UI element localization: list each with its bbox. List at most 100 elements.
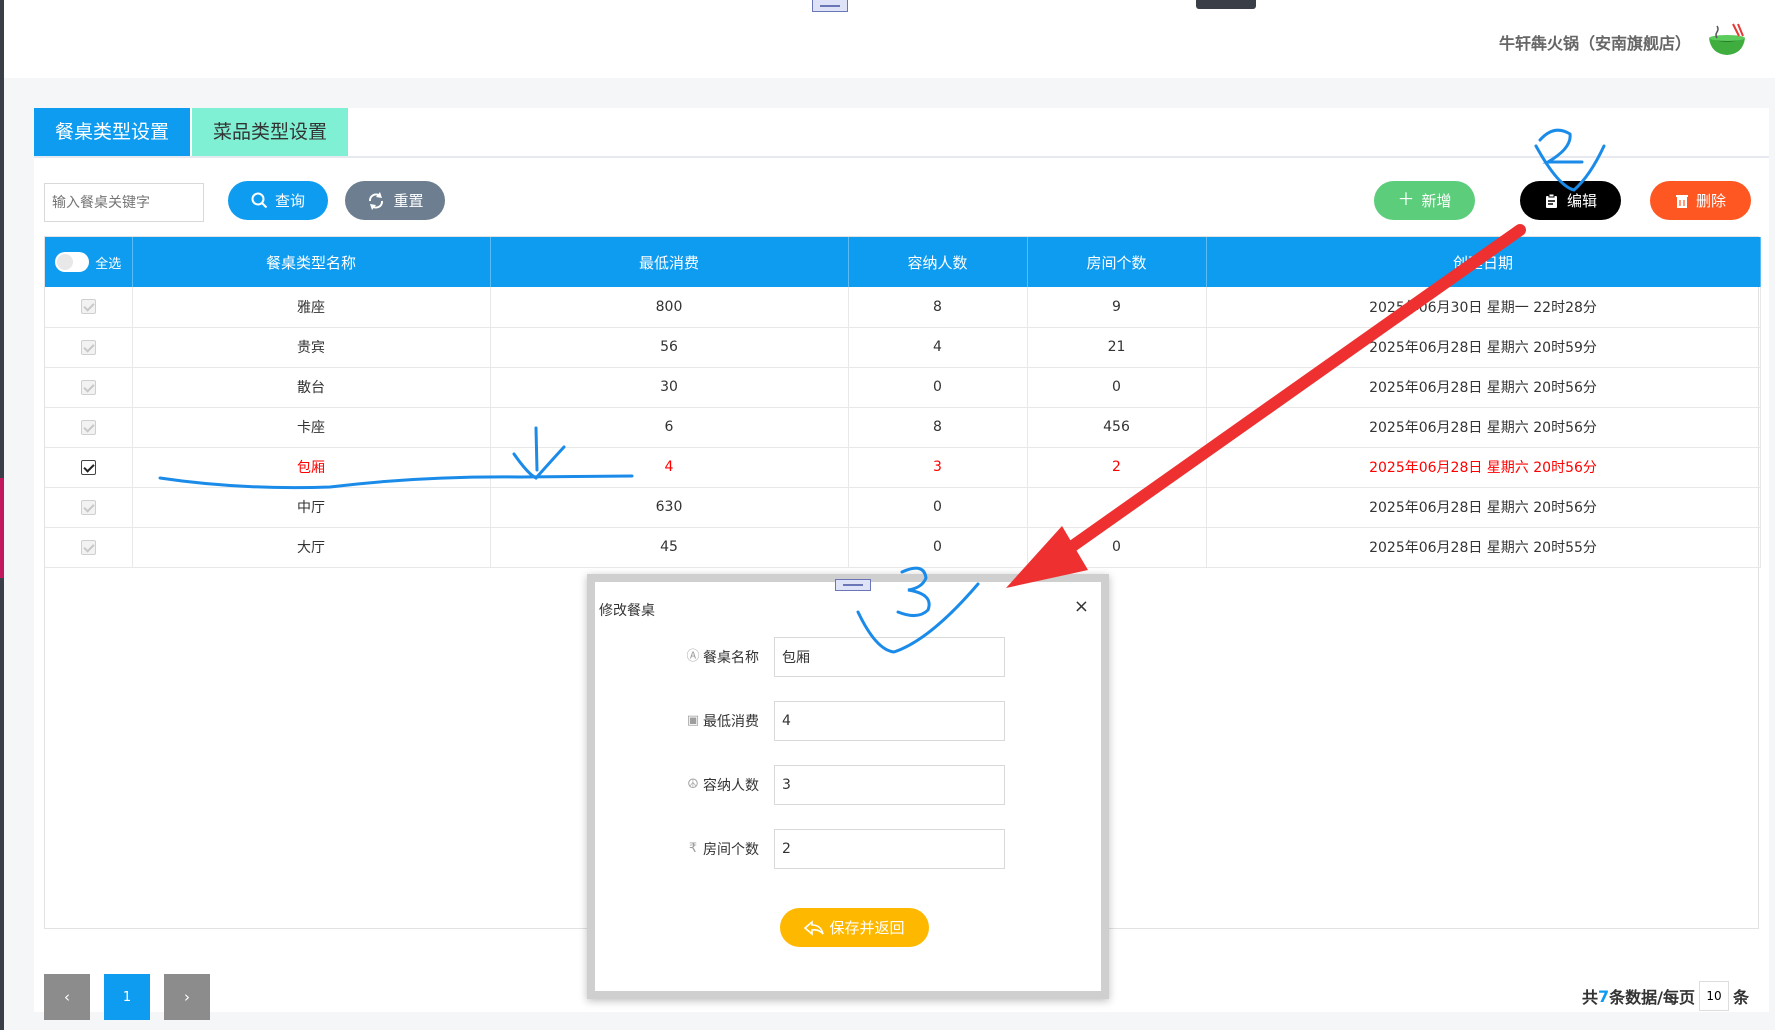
field-label-name: 餐桌名称 xyxy=(703,650,759,666)
row-checkbox-checked[interactable] xyxy=(80,459,96,475)
cell-min-spend: 630 xyxy=(490,487,849,528)
edit-button[interactable]: 编辑 xyxy=(1520,181,1621,220)
pager-info: 共 7 条数据/每页 条 xyxy=(1582,981,1749,1011)
row-checkbox[interactable] xyxy=(80,539,96,555)
field-label-rooms: 房间个数 xyxy=(703,842,759,858)
row-checkbox[interactable] xyxy=(80,419,96,435)
top-header: 牛轩犇火锅（安南旗舰店） xyxy=(4,0,1775,78)
cell-date: 2025年06月28日 星期六 20时59分 xyxy=(1206,327,1761,368)
save-button-label: 保存并返回 xyxy=(829,919,905,937)
table-row[interactable]: 大厅 45 0 0 2025年06月28日 星期六 20时55分 xyxy=(45,527,1761,568)
tab-table-type-settings[interactable]: 餐桌类型设置 xyxy=(34,108,191,156)
pager-next-button[interactable]: › xyxy=(164,974,210,1020)
cell-name: 中厅 xyxy=(132,487,491,528)
window-drag-handle[interactable] xyxy=(812,0,848,12)
cell-rooms: 2 xyxy=(1027,447,1207,488)
cell-name: 卡座 xyxy=(132,407,491,448)
cell-capacity: 8 xyxy=(848,287,1028,328)
delete-button[interactable]: 删除 xyxy=(1650,181,1751,220)
form-row-rooms: ₹ 房间个数 xyxy=(595,829,1101,869)
cell-min-spend: 56 xyxy=(490,327,849,368)
info-circle-icon: Ⓐ xyxy=(686,649,700,664)
table-name-input[interactable] xyxy=(774,637,1005,677)
cell-min-spend: 45 xyxy=(490,527,849,568)
peace-icon: ☮ xyxy=(687,777,699,792)
reset-button-label: 重置 xyxy=(393,192,424,210)
cell-rooms: 456 xyxy=(1027,407,1207,448)
modal-title: 修改餐桌 xyxy=(599,603,655,619)
tab-bar: 餐桌类型设置 菜品类型设置 xyxy=(34,108,349,156)
clipboard-edit-icon xyxy=(1545,193,1557,208)
cell-rooms: 9 xyxy=(1027,287,1207,328)
edit-table-modal: 修改餐桌 × Ⓐ餐桌名称 ▣最低消费 ☮ 容纳人数 ₹ 房间个数 保存并返回 xyxy=(587,574,1109,999)
row-checkbox[interactable] xyxy=(80,339,96,355)
cell-min-spend: 4 xyxy=(490,447,849,488)
table-row-selected[interactable]: 包厢 4 3 2 2025年06月28日 星期六 20时56分 xyxy=(45,447,1761,488)
table-row[interactable]: 卡座 6 8 456 2025年06月28日 星期六 20时56分 xyxy=(45,407,1761,448)
cell-min-spend: 30 xyxy=(490,367,849,408)
column-header-name: 餐桌类型名称 xyxy=(132,237,491,287)
row-checkbox[interactable] xyxy=(80,499,96,515)
cell-rooms: 0 xyxy=(1027,527,1207,568)
reset-button[interactable]: 重置 xyxy=(345,181,445,220)
query-button[interactable]: 查询 xyxy=(228,181,328,220)
row-checkbox[interactable] xyxy=(80,299,96,315)
modal-drag-handle[interactable] xyxy=(835,579,871,591)
search-icon xyxy=(251,192,268,209)
table-row[interactable]: 雅座 800 8 9 2025年06月30日 星期一 22时28分 xyxy=(45,287,1761,328)
cell-capacity: 3 xyxy=(848,447,1028,488)
form-row-name: Ⓐ 餐桌名称 xyxy=(595,637,1101,677)
refresh-icon xyxy=(369,191,384,210)
dark-drag-handle[interactable] xyxy=(1196,0,1256,9)
cell-name: 散台 xyxy=(132,367,491,408)
pager-total-prefix: 共 xyxy=(1581,988,1598,1007)
plus-icon: ＋ xyxy=(1397,190,1415,210)
select-all-toggle[interactable] xyxy=(55,252,90,272)
tab-dish-type-settings[interactable]: 菜品类型设置 xyxy=(192,108,349,156)
form-row-capacity: ☮ 容纳人数 xyxy=(595,765,1101,805)
cell-name: 贵宾 xyxy=(132,327,491,368)
add-button-label: 新增 xyxy=(1421,192,1452,210)
pager-page-1-button[interactable]: 1 xyxy=(104,974,150,1020)
cell-capacity: 0 xyxy=(848,487,1028,528)
close-icon[interactable]: × xyxy=(1074,596,1089,617)
reply-icon xyxy=(804,919,825,936)
per-page-input[interactable] xyxy=(1698,981,1729,1011)
cell-capacity: 8 xyxy=(848,407,1028,448)
select-all-label: 全选 xyxy=(95,256,122,272)
column-header-rooms: 房间个数 xyxy=(1027,237,1207,287)
cell-min-spend: 6 xyxy=(490,407,849,448)
pager-per-page-suffix: 条 xyxy=(1732,988,1749,1007)
field-label-min-spend: 最低消费 xyxy=(703,714,759,730)
column-header-capacity: 容纳人数 xyxy=(848,237,1028,287)
table-row[interactable]: 散台 30 0 0 2025年06月28日 星期六 20时56分 xyxy=(45,367,1761,408)
capacity-input[interactable] xyxy=(774,765,1005,805)
form-row-min-spend: ▣ 最低消费 xyxy=(595,701,1101,741)
pager-prev-button[interactable]: ‹ xyxy=(44,974,90,1020)
rooms-input[interactable] xyxy=(774,829,1005,869)
row-checkbox[interactable] xyxy=(80,379,96,395)
table-header-row: 全选 餐桌类型名称 最低消费 容纳人数 房间个数 创建日期 xyxy=(45,237,1761,287)
search-input[interactable] xyxy=(44,183,204,222)
pager-total-suffix: 条数据/每页 xyxy=(1609,988,1695,1007)
cell-name: 雅座 xyxy=(132,287,491,328)
cell-rooms: 21 xyxy=(1027,327,1207,368)
select-all-header[interactable]: 全选 xyxy=(45,237,133,287)
cell-capacity: 4 xyxy=(848,327,1028,368)
query-button-label: 查询 xyxy=(274,192,305,210)
cell-min-spend: 800 xyxy=(490,287,849,328)
tab-divider xyxy=(34,156,1769,158)
hotpot-logo-icon xyxy=(1709,23,1745,55)
money-icon: ▣ xyxy=(686,713,700,728)
table-row[interactable]: 中厅 630 0 2025年06月28日 星期六 20时56分 xyxy=(45,487,1761,528)
cell-name: 大厅 xyxy=(132,527,491,568)
cell-date: 2025年06月28日 星期六 20时56分 xyxy=(1206,367,1761,408)
table-row[interactable]: 贵宾 56 4 21 2025年06月28日 星期六 20时59分 xyxy=(45,327,1761,368)
cell-rooms: 0 xyxy=(1027,367,1207,408)
delete-button-label: 删除 xyxy=(1695,192,1726,210)
min-spend-input[interactable] xyxy=(774,701,1005,741)
pager-total-count: 7 xyxy=(1597,986,1610,1006)
cell-date: 2025年06月28日 星期六 20时55分 xyxy=(1206,527,1761,568)
add-button[interactable]: ＋ 新增 xyxy=(1374,181,1475,220)
save-and-return-button[interactable]: 保存并返回 xyxy=(780,908,929,947)
